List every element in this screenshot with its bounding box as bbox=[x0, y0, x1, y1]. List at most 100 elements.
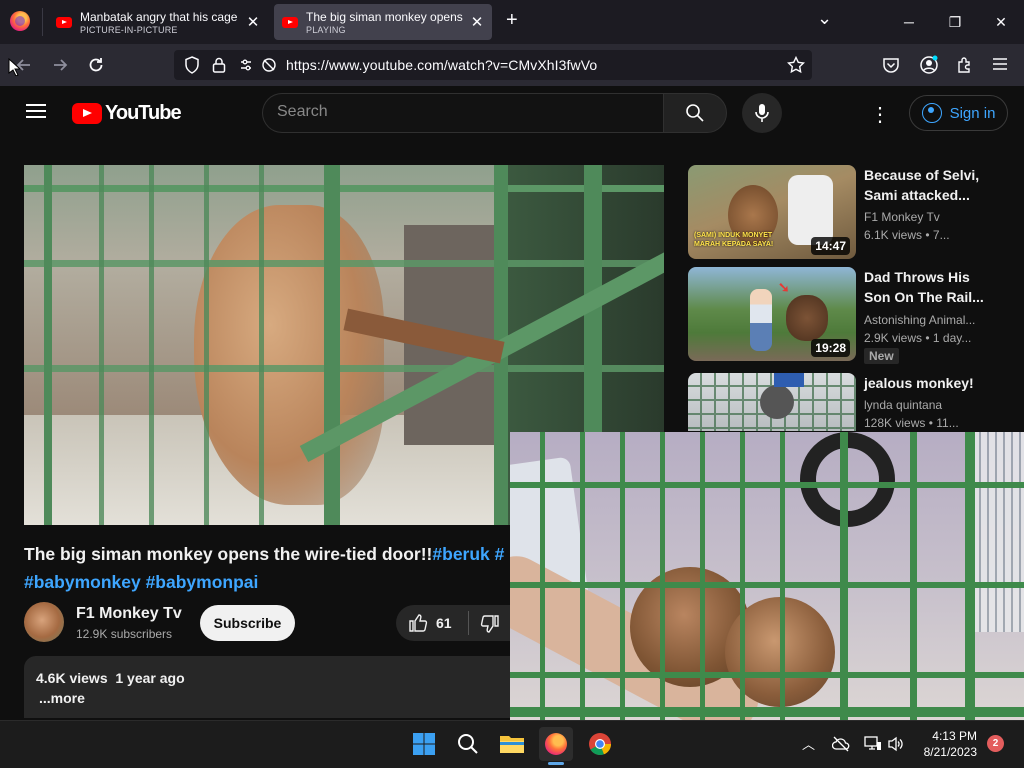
recommendation-channel[interactable]: lynda quintana bbox=[864, 396, 994, 414]
cage-bar bbox=[24, 365, 664, 372]
hashtag-links[interactable]: #babymonkey #babymonpai bbox=[24, 572, 258, 592]
cage-bar bbox=[24, 185, 664, 192]
sign-in-label: Sign in bbox=[949, 104, 996, 122]
bookmark-star-icon[interactable] bbox=[787, 56, 805, 74]
search-box[interactable] bbox=[262, 93, 664, 133]
close-tab-icon[interactable]: ✕ bbox=[246, 13, 260, 31]
youtube-play-logo-icon bbox=[72, 103, 102, 124]
new-tab-button[interactable]: + bbox=[506, 9, 518, 32]
volume-icon[interactable] bbox=[887, 736, 905, 752]
tab-manbatak[interactable]: Manbatak angry that his cage is PICTURE-… bbox=[48, 4, 268, 40]
pip-cage-bar bbox=[740, 432, 745, 720]
permissions-icon[interactable] bbox=[239, 57, 277, 73]
search-button[interactable] bbox=[663, 93, 727, 133]
recommendation-meta: 128K views • 11... bbox=[864, 416, 959, 430]
description-box[interactable] bbox=[24, 656, 510, 718]
extensions-puzzle-icon[interactable] bbox=[956, 56, 974, 74]
cage-bar bbox=[99, 165, 104, 525]
lock-icon[interactable] bbox=[212, 56, 226, 74]
picture-in-picture-window[interactable] bbox=[510, 432, 1024, 720]
thumbnail-monkey bbox=[760, 385, 794, 419]
show-more-link[interactable]: ...more bbox=[39, 690, 85, 706]
search-input[interactable] bbox=[277, 103, 647, 121]
voice-search-button[interactable] bbox=[742, 93, 782, 133]
tab-subtitle: PLAYING bbox=[306, 24, 346, 35]
close-window-button[interactable]: ✕ bbox=[978, 0, 1024, 44]
channel-name[interactable]: F1 Monkey Tv bbox=[76, 605, 182, 623]
file-explorer-button[interactable] bbox=[495, 727, 529, 761]
youtube-favicon-icon bbox=[56, 16, 72, 28]
pocket-icon[interactable] bbox=[882, 56, 900, 74]
cage-bar bbox=[204, 165, 209, 525]
hashtag-link[interactable]: #beruk bbox=[432, 544, 489, 564]
recommendation-thumbnail[interactable] bbox=[688, 373, 856, 431]
recommendation-meta: 6.1K views • 7... bbox=[864, 228, 950, 242]
list-all-tabs-button[interactable]: ⌄ bbox=[817, 8, 832, 29]
forward-button[interactable] bbox=[46, 52, 74, 78]
youtube-favicon-icon bbox=[282, 16, 298, 28]
taskbar-search-button[interactable] bbox=[451, 727, 485, 761]
firefox-logo-icon[interactable] bbox=[10, 11, 30, 31]
show-hidden-icons-chevron-icon[interactable]: ︿ bbox=[802, 734, 815, 753]
thumbnail-blue-object bbox=[774, 373, 804, 387]
pip-cage-bar bbox=[510, 582, 1024, 588]
cage-bar bbox=[24, 260, 664, 267]
channel-avatar[interactable] bbox=[24, 602, 64, 642]
close-tab-icon[interactable]: ✕ bbox=[470, 13, 484, 31]
cage-bar bbox=[259, 165, 264, 525]
tab-siman-monkey[interactable]: The big siman monkey opens the PLAYING ✕ bbox=[274, 4, 492, 40]
reload-button[interactable] bbox=[82, 52, 110, 78]
video-duration: 19:28 bbox=[811, 339, 850, 357]
pip-cage-bar bbox=[510, 482, 1024, 488]
recommendation-meta: 2.9K views • 1 day... bbox=[864, 331, 972, 345]
recommendation-title[interactable]: jealous monkey! bbox=[864, 373, 984, 393]
clock-date[interactable]: 8/21/2023 bbox=[912, 745, 977, 759]
tracking-protection-shield-icon[interactable] bbox=[184, 56, 200, 74]
recommendation-title[interactable]: Because of Selvi, Sami attacked... bbox=[864, 165, 984, 205]
pip-cage-bar bbox=[840, 432, 848, 720]
recommendation-channel[interactable]: F1 Monkey Tv bbox=[864, 208, 994, 226]
pip-cage-bar bbox=[510, 672, 1024, 678]
settings-more-icon[interactable]: ⋮ bbox=[866, 100, 894, 128]
tab-title: Manbatak angry that his cage is bbox=[80, 9, 240, 24]
onedrive-offline-icon[interactable] bbox=[832, 736, 850, 752]
start-button[interactable] bbox=[407, 727, 441, 761]
sign-in-button[interactable]: Sign in bbox=[909, 95, 1008, 131]
menu-hamburger-icon[interactable] bbox=[992, 57, 1008, 71]
cage-bar bbox=[149, 165, 154, 525]
hashtag-link[interactable]: # bbox=[490, 544, 505, 564]
dislike-thumb-icon[interactable] bbox=[480, 614, 500, 634]
clock-time[interactable]: 4:13 PM bbox=[920, 729, 977, 743]
notification-badge[interactable]: 2 bbox=[987, 735, 1004, 752]
pip-cage-bar bbox=[965, 432, 975, 720]
pip-cage-bar bbox=[510, 707, 1024, 717]
youtube-wordmark: YouTube bbox=[105, 102, 182, 124]
search-icon bbox=[458, 734, 478, 754]
like-divider bbox=[468, 611, 469, 635]
like-count[interactable]: 61 bbox=[436, 615, 452, 631]
recommendation-thumbnail[interactable]: (SAMI) INDUK MONYET MARAH KEPADA SAYA! 1… bbox=[688, 165, 856, 259]
subscribe-button[interactable]: Subscribe bbox=[200, 605, 295, 641]
recommendation-thumbnail[interactable]: ➘ 19:28 bbox=[688, 267, 856, 361]
url-text[interactable]: https://www.youtube.com/watch?v=CMvXhI3f… bbox=[286, 57, 597, 73]
youtube-logo[interactable]: YouTube bbox=[72, 102, 182, 125]
like-thumb-icon[interactable] bbox=[408, 613, 428, 633]
video-title: The big siman monkey opens the wire-tied… bbox=[24, 540, 510, 596]
minimize-button[interactable]: ─ bbox=[886, 0, 932, 44]
microphone-icon bbox=[755, 104, 769, 122]
guide-menu-icon[interactable] bbox=[26, 100, 46, 122]
account-icon[interactable] bbox=[919, 55, 939, 75]
chrome-icon bbox=[589, 733, 612, 756]
reload-icon bbox=[89, 58, 103, 72]
windows-logo-icon bbox=[413, 733, 435, 755]
cage-bar bbox=[44, 165, 52, 525]
recommendation-title[interactable]: Dad Throws His Son On The Rail... bbox=[864, 267, 984, 307]
taskbar-chrome-button[interactable] bbox=[583, 727, 617, 761]
recommendation-channel[interactable]: Astonishing Animal... bbox=[864, 311, 994, 329]
video-title-text: The big siman monkey opens the wire-tied… bbox=[24, 544, 433, 564]
taskbar-firefox-button[interactable] bbox=[539, 727, 573, 765]
network-icon[interactable] bbox=[864, 736, 882, 752]
pip-cage-bar bbox=[540, 432, 545, 720]
maximize-button[interactable]: ❐ bbox=[932, 0, 978, 44]
red-arrow-icon: ➘ bbox=[778, 279, 790, 295]
